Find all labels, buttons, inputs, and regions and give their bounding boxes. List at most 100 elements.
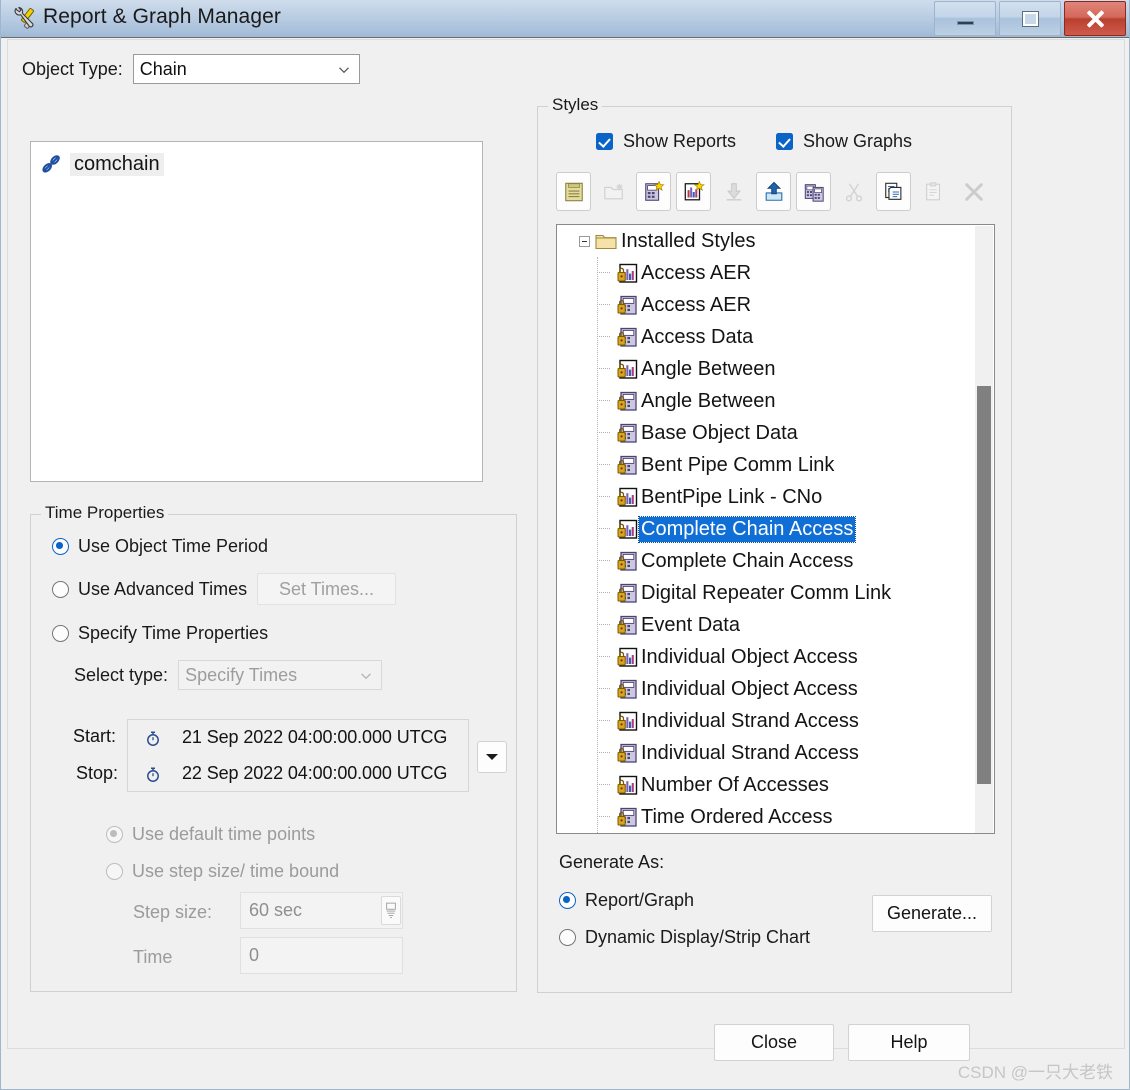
tree-item[interactable]: Complete Chain Access [557, 545, 994, 577]
stop-time-row[interactable]: 22 Sep 2022 04:00:00.000 UTCG [146, 763, 447, 784]
report-lock-icon [617, 454, 639, 476]
time-input[interactable]: 0 [240, 937, 403, 974]
tree-guide-dash [597, 816, 610, 817]
object-type-select[interactable]: Chain [132, 54, 360, 84]
collapse-icon[interactable] [579, 235, 590, 247]
start-time-row[interactable]: 21 Sep 2022 04:00:00.000 UTCG [146, 727, 447, 748]
tree-item[interactable]: Individual Strand Access [557, 737, 994, 769]
radio-indicator [52, 581, 69, 598]
tree-item-label: Complete Chain Access [641, 549, 854, 572]
radio-use-step-size[interactable]: Use step size/ time bound [106, 861, 339, 882]
tree-item-label: Base Object Data [641, 421, 798, 444]
minimize-icon [956, 20, 974, 25]
import-style-button [716, 172, 751, 211]
checkbox-show-graphs[interactable]: Show Graphs [776, 131, 912, 152]
radio-indicator [52, 625, 69, 642]
report-lock-icon [617, 326, 639, 348]
maximize-button[interactable] [999, 1, 1061, 36]
radio-label: Use default time points [132, 824, 316, 844]
tree-guide-dash [597, 592, 610, 593]
tree-item[interactable]: Angle Between [557, 385, 994, 417]
paste-style-button [916, 172, 951, 211]
radio-indicator [106, 826, 123, 843]
new-report-button[interactable] [636, 172, 671, 211]
stop-time-value: 22 Sep 2022 04:00:00.000 UTCG [182, 763, 448, 783]
graph-lock-icon [617, 710, 639, 732]
tree-item[interactable]: Individual Object Access [557, 673, 994, 705]
tree-item[interactable]: Complete Chain Access [557, 513, 994, 545]
object-list[interactable]: comchain [30, 141, 483, 482]
step-size-input[interactable]: 60 sec [240, 892, 403, 929]
tree-item[interactable]: Digital Repeater Comm Link [557, 577, 994, 609]
close-icon [1085, 9, 1105, 29]
tree-guide-dash [597, 336, 610, 337]
tree-item[interactable]: Access AER [557, 257, 994, 289]
time-value: 0 [249, 945, 260, 965]
help-button[interactable]: Help [848, 1024, 970, 1061]
tree-guide-dash [597, 784, 610, 785]
radio-use-default-time-points[interactable]: Use default time points [106, 824, 315, 845]
tools-icon [9, 4, 37, 32]
time-label: Time [133, 947, 173, 967]
checkbox-indicator [776, 133, 793, 150]
checkbox-show-reports[interactable]: Show Reports [596, 131, 736, 152]
tree-item[interactable]: Time Ordered Access [557, 801, 994, 833]
object-type-label: Object Type: [22, 58, 123, 79]
radio-use-object-time-period[interactable]: Use Object Time Period [52, 536, 268, 557]
tree-item[interactable]: Base Object Data [557, 417, 994, 449]
tree-item-label: Individual Strand Access [641, 709, 859, 732]
select-type-select[interactable]: Specify Times [178, 660, 383, 690]
tree-item[interactable]: Number Of Accesses [557, 769, 994, 801]
radio-dynamic-display[interactable]: Dynamic Display/Strip Chart [559, 927, 810, 948]
graph-lock-icon [617, 262, 639, 284]
duplicate-style-button[interactable] [796, 172, 831, 211]
time-range-dropdown-button[interactable] [477, 741, 507, 773]
caret-down-icon [486, 754, 498, 760]
tree-item[interactable]: Access AER [557, 289, 994, 321]
tree-item[interactable]: Angle Between [557, 353, 994, 385]
tree-item[interactable]: Access Data [557, 321, 994, 353]
new-graph-button[interactable] [676, 172, 711, 211]
radio-report-graph[interactable]: Report/Graph [559, 890, 694, 911]
chevron-down-icon [360, 670, 371, 681]
styles-tree[interactable]: Installed Styles Access AER Access AER A… [556, 224, 995, 834]
generate-button[interactable]: Generate... [872, 895, 992, 932]
tree-guide-dash [597, 752, 610, 753]
radio-use-advanced-times[interactable]: Use Advanced Times [52, 579, 247, 600]
radio-label: Use Advanced Times [78, 579, 248, 599]
checkbox-label: Show Reports [623, 131, 737, 151]
time-properties-title: Time Properties [41, 503, 169, 523]
report-lock-icon [617, 390, 639, 412]
report-lock-icon [617, 582, 639, 604]
tree-item[interactable]: Bent Pipe Comm Link [557, 449, 994, 481]
folder-icon [595, 232, 617, 250]
radio-label: Report/Graph [585, 890, 695, 910]
set-times-button[interactable]: Set Times... [257, 573, 396, 605]
radio-label: Specify Time Properties [78, 623, 269, 643]
list-item[interactable]: comchain [31, 149, 482, 179]
tree-item[interactable]: BentPipe Link - CNo [557, 481, 994, 513]
tree-item-label: Angle Between [641, 357, 776, 380]
close-dialog-button[interactable]: Close [714, 1024, 834, 1061]
tree-item[interactable]: Event Data [557, 609, 994, 641]
tree-item-label: Access Data [641, 325, 754, 348]
copy-icon [884, 182, 901, 200]
new-report-style-button[interactable] [556, 172, 591, 211]
radio-specify-time-properties[interactable]: Specify Time Properties [52, 623, 268, 644]
tree-items-container: Access AER Access AER Access Data Angle … [557, 257, 994, 833]
close-button[interactable] [1064, 1, 1126, 36]
copy-style-button[interactable] [876, 172, 911, 211]
tree-item-label: Time Ordered Access [641, 805, 833, 828]
step-size-spinner[interactable] [381, 896, 401, 925]
minimize-button[interactable] [934, 1, 996, 36]
tree-item[interactable]: Individual Strand Access [557, 705, 994, 737]
tree-item[interactable]: Individual Object Access [557, 641, 994, 673]
delete-x-icon [964, 182, 983, 201]
tree-item-label: Access AER [641, 293, 752, 316]
tree-item-label: Individual Object Access [641, 645, 858, 668]
tree-guide-dash [597, 368, 610, 369]
export-style-button[interactable] [756, 172, 791, 211]
scissors-icon [845, 182, 862, 201]
tree-root-installed-styles[interactable]: Installed Styles [557, 225, 994, 257]
tree-guide-dash [597, 528, 610, 529]
